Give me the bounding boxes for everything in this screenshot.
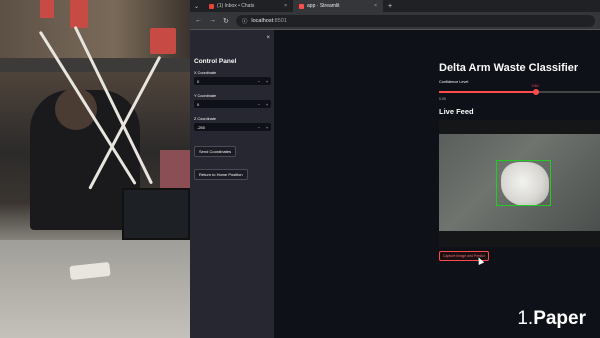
- slider-min-label: 0.00: [439, 97, 446, 101]
- minus-icon[interactable]: −: [255, 125, 263, 130]
- slider-thumb[interactable]: [532, 89, 539, 95]
- z-coordinate-value[interactable]: -250: [194, 125, 255, 130]
- caption-number: 1.: [517, 308, 534, 329]
- webcam-photo: [0, 0, 190, 338]
- detection-box: [496, 160, 551, 206]
- close-sidebar-icon[interactable]: ×: [266, 35, 270, 41]
- plus-icon[interactable]: +: [263, 125, 271, 130]
- plus-icon[interactable]: +: [263, 102, 271, 107]
- tab-inbox[interactable]: (1) Inbox • Chats ×: [203, 0, 293, 12]
- result-caption: 1.Paper: [517, 308, 586, 330]
- z-coordinate-label: Z Coordinate: [194, 117, 216, 121]
- live-feed-image: [439, 134, 600, 231]
- close-icon[interactable]: ×: [374, 3, 377, 9]
- toolbar: ← → ↻ ⓘ localhost:8501: [190, 12, 600, 30]
- z-coordinate-input[interactable]: -250 − +: [194, 123, 271, 131]
- confidence-slider[interactable]: 0.60: [439, 84, 600, 95]
- x-coordinate-input[interactable]: 0 − +: [194, 77, 271, 85]
- address-host: localhost: [251, 17, 274, 24]
- site-info-icon[interactable]: ⓘ: [242, 17, 248, 25]
- tab-streamlit[interactable]: app · Streamlit ×: [293, 0, 384, 12]
- address-port: :8501: [273, 17, 287, 24]
- streamlit-icon: [299, 3, 305, 9]
- sidebar: × Control Panel X Coordinate 0 − + Y Coo…: [190, 30, 274, 338]
- tab-bar: ⌄ (1) Inbox • Chats × app · Streamlit × …: [190, 0, 600, 12]
- sidebar-title: Control Panel: [194, 58, 237, 65]
- slider-value: 0.60: [531, 84, 539, 88]
- tab-search-icon[interactable]: ⌄: [190, 3, 203, 10]
- live-feed-frame: [439, 120, 600, 247]
- close-icon[interactable]: ×: [284, 3, 287, 9]
- live-feed-title: Live Feed: [439, 107, 474, 116]
- address-bar[interactable]: ⓘ localhost:8501: [235, 14, 595, 27]
- x-coordinate-value[interactable]: 0: [194, 79, 255, 84]
- y-coordinate-input[interactable]: 0 − +: [194, 100, 271, 108]
- confidence-label: Confidence Level: [439, 80, 469, 84]
- tab-label: app · Streamlit: [307, 3, 340, 9]
- main-content: Delta Arm Waste Classifier Confidence Le…: [274, 30, 600, 338]
- page-title: Delta Arm Waste Classifier: [439, 62, 579, 74]
- new-tab-button[interactable]: +: [383, 3, 397, 10]
- return-home-button[interactable]: Return to Home Position: [194, 169, 248, 180]
- minus-icon[interactable]: −: [255, 79, 263, 84]
- caption-class: Paper: [533, 308, 586, 329]
- streamlit-app: × Control Panel X Coordinate 0 − + Y Coo…: [190, 30, 600, 338]
- send-coordinates-button[interactable]: Send Coordinates: [194, 146, 237, 157]
- y-coordinate-label: Y Coordinate: [194, 94, 217, 98]
- tab-label: (1) Inbox • Chats: [217, 3, 255, 9]
- plus-icon[interactable]: +: [263, 79, 271, 84]
- slider-fill: [439, 91, 536, 93]
- y-coordinate-value[interactable]: 0: [194, 102, 255, 107]
- browser-window: ⌄ (1) Inbox • Chats × app · Streamlit × …: [190, 0, 600, 338]
- minus-icon[interactable]: −: [255, 102, 263, 107]
- back-icon[interactable]: ←: [195, 17, 202, 24]
- reload-icon[interactable]: ↻: [223, 17, 229, 25]
- forward-icon[interactable]: →: [209, 17, 216, 24]
- mail-icon: [209, 3, 215, 9]
- x-coordinate-label: X Coordinate: [194, 71, 217, 75]
